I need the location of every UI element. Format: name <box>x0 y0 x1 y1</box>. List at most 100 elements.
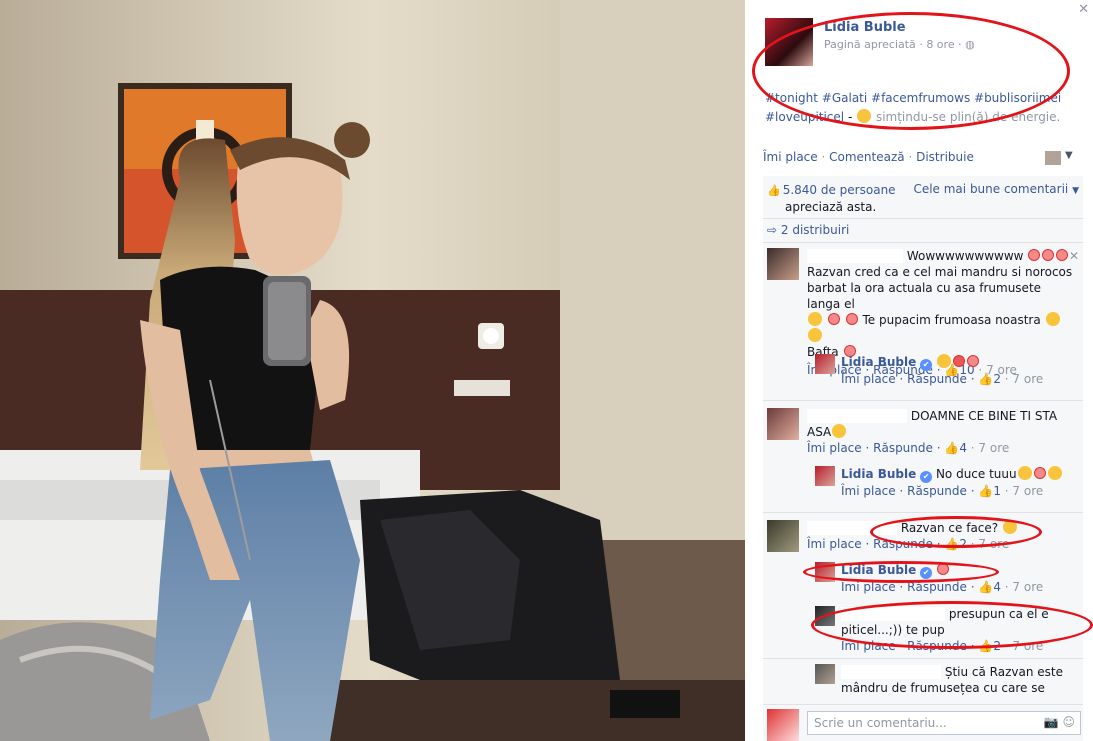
reply-time[interactable]: 7 ore <box>1012 372 1043 386</box>
reply-time[interactable]: 7 ore <box>1012 484 1043 498</box>
reply-like-count[interactable]: 1 <box>993 484 1001 498</box>
photo-image <box>0 0 745 741</box>
reply: presupun ca el e piticel...;)) te pup Îm… <box>767 606 1079 654</box>
reply-text: presupun ca el e <box>948 607 1049 621</box>
close-icon[interactable]: ✕ <box>1078 2 1089 17</box>
comment-input-placeholder: Scrie un comentariu... <box>814 716 947 730</box>
comment-like-button[interactable]: Îmi place <box>807 441 862 455</box>
thumbs-up-icon: 👍 <box>978 639 994 653</box>
comment: DOAMNE CE BINE TI STA ASA Îmi place · Ră… <box>767 408 1079 458</box>
comment-body: Razvan ce face? Îmi place · Răspunde · 👍… <box>807 520 1077 552</box>
comment-text: ASA <box>807 425 832 439</box>
commenter-avatar[interactable] <box>767 408 799 440</box>
reply-actions: Îmi place · Răspunde · 👍4 · 7 ore <box>841 580 1044 594</box>
comment-input[interactable]: Scrie un comentariu... <box>807 711 1081 735</box>
divider <box>763 218 1083 219</box>
verified-badge-icon: ✔ <box>920 471 933 483</box>
comment-reply-button[interactable]: Răspunde <box>873 537 933 551</box>
reply-time[interactable]: 7 ore <box>1012 639 1043 653</box>
reply-body: presupun ca el e piticel...;)) te pup Îm… <box>841 606 1073 654</box>
comment-actions: Îmi place · Răspunde · 👍4 · 7 ore <box>807 441 1010 455</box>
thumbs-up-icon: 👍 <box>978 580 994 594</box>
comment-time[interactable]: 7 ore <box>978 537 1009 551</box>
reply-body: Lidia Buble ✔ Îmi place · Răspunde · 👍2 … <box>841 354 1043 387</box>
like-button[interactable]: Îmi place <box>763 150 818 164</box>
reply-reply-button[interactable]: Răspunde <box>907 639 967 653</box>
reply-avatar[interactable] <box>815 562 835 582</box>
comment-text: DOAMNE CE BINE TI STA <box>910 409 1058 423</box>
reply-text: No duce tuuu <box>935 467 1017 481</box>
divider <box>763 512 1083 513</box>
reply-like-count[interactable]: 2 <box>993 639 1001 653</box>
comment-composer: Scrie un comentariu... 📷 ☺ <box>763 704 1083 741</box>
reply-like-button[interactable]: Îmi place <box>841 639 896 653</box>
likes-suffix: apreciază asta. <box>785 200 877 214</box>
post-timestamp[interactable]: 8 ore <box>926 38 954 51</box>
redacted-name <box>841 607 945 621</box>
thumbs-up-icon: 👍 <box>978 372 994 386</box>
reply-author[interactable]: Lidia Buble <box>841 563 916 577</box>
comment-like-count[interactable]: 4 <box>959 441 967 455</box>
reply-author[interactable]: Lidia Buble <box>841 355 916 369</box>
comment-text: Razvan cred ca e cel mai mandru si noroc… <box>807 265 1073 311</box>
divider <box>763 400 1083 401</box>
commenter-avatar[interactable] <box>815 664 835 684</box>
reply-like-count[interactable]: 2 <box>993 372 1001 386</box>
reply-like-button[interactable]: Îmi place <box>841 484 896 498</box>
post-actions: Îmi place · Comentează · Distribuie <box>763 150 974 164</box>
comment-reply-button[interactable]: Răspunde <box>873 441 933 455</box>
reply-like-count[interactable]: 4 <box>993 580 1001 594</box>
commenter-avatar[interactable] <box>767 248 799 280</box>
feeling-emoji-icon <box>857 109 872 123</box>
reply-time[interactable]: 7 ore <box>1012 580 1043 594</box>
share-arrow-icon: ⇨ <box>767 223 778 237</box>
likes-summary: 👍 5.840 de persoane apreciază asta. <box>767 182 896 215</box>
reply-avatar[interactable] <box>815 466 835 486</box>
close-icon[interactable]: ✕ <box>1069 248 1079 264</box>
reply-actions: Îmi place · Răspunde · 👍2 · 7 ore <box>841 639 1044 653</box>
post-panel: ✕ Lidia Buble Pagină apreciată · 8 ore ·… <box>745 0 1093 741</box>
chevron-down-icon: ▼ <box>1072 186 1079 196</box>
thumbs-up-icon: 👍 <box>944 441 960 455</box>
thumbs-up-icon: 👍 <box>978 484 994 498</box>
emoji-icon[interactable]: ☺ <box>1062 715 1075 729</box>
redacted-name <box>807 249 903 263</box>
reply-like-button[interactable]: Îmi place <box>841 372 896 386</box>
divider <box>763 242 1083 243</box>
page-avatar[interactable] <box>765 18 813 66</box>
reply: Lidia Buble ✔ No duce tuuu Îmi place · R… <box>767 466 1079 506</box>
comment-text: Te pupacim frumoasa noastra <box>862 313 1041 327</box>
post-feeling: simțindu-se plin(ă) de energie. <box>875 110 1061 124</box>
comment-sort-dropdown[interactable]: Cele mai bune comentarii ▼ <box>913 182 1079 196</box>
redacted-name <box>807 521 897 535</box>
identity-selector[interactable]: ▼ <box>1045 150 1075 166</box>
shares-link[interactable]: ⇨ 2 distribuiri <box>767 223 849 237</box>
share-button[interactable]: Distribuie <box>916 150 974 164</box>
thumbs-up-icon: 👍 <box>944 537 960 551</box>
comment-time[interactable]: 7 ore <box>978 441 1009 455</box>
divider <box>763 658 1083 659</box>
comment-button[interactable]: Comentează <box>829 150 905 164</box>
comment-text: Razvan ce face? <box>900 521 999 535</box>
likes-count[interactable]: 5.840 de persoane <box>783 183 896 197</box>
reply-reply-button[interactable]: Răspunde <box>907 372 967 386</box>
reply-body: Lidia Buble ✔ Îmi place · Răspunde · 👍4 … <box>841 562 1043 595</box>
commenter-avatar[interactable] <box>767 520 799 552</box>
post-photo[interactable] <box>0 0 745 741</box>
reply: Lidia Buble ✔ Îmi place · Răspunde · 👍2 … <box>767 354 1079 394</box>
reply-reply-button[interactable]: Răspunde <box>907 484 967 498</box>
reply-author[interactable]: Lidia Buble <box>841 467 916 481</box>
reply-reply-button[interactable]: Răspunde <box>907 580 967 594</box>
reply-like-button[interactable]: Îmi place <box>841 580 896 594</box>
verified-badge-icon: ✔ <box>920 567 933 579</box>
comment-text: Știu că Razvan este <box>944 665 1063 679</box>
comment-like-button[interactable]: Îmi place <box>807 537 862 551</box>
reply-avatar[interactable] <box>815 354 835 374</box>
comment-body: DOAMNE CE BINE TI STA ASA Îmi place · Ră… <box>807 408 1077 456</box>
reply-avatar[interactable] <box>815 606 835 626</box>
camera-icon[interactable]: 📷 <box>1044 715 1059 729</box>
comment-text: Wowwwwwwwwww <box>906 249 1024 263</box>
identity-avatar <box>1045 151 1061 165</box>
comment-like-count[interactable]: 2 <box>959 537 967 551</box>
page-name-link[interactable]: Lidia Buble <box>824 20 906 35</box>
